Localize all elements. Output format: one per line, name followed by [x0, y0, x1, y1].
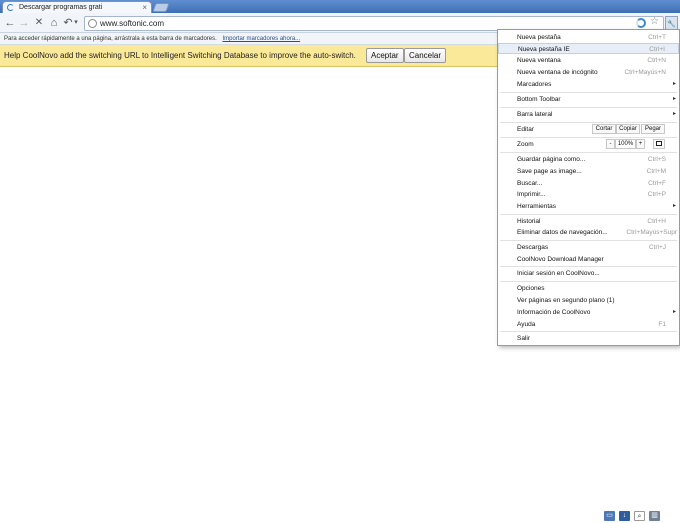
- zoom-in-button[interactable]: +: [636, 139, 645, 149]
- menu-item-new-tab-ie[interactable]: Nueva pestaña IE Ctrl+I: [498, 43, 679, 54]
- fullscreen-button[interactable]: [653, 139, 665, 149]
- address-url[interactable]: www.softonic.com: [100, 17, 164, 30]
- menu-item-options[interactable]: Opciones: [498, 283, 679, 294]
- cut-button[interactable]: Cortar: [592, 124, 616, 134]
- fullscreen-icon: [656, 141, 662, 146]
- menu-item-edit: Editar Cortar Copiar Pegar: [498, 124, 679, 135]
- forward-icon[interactable]: →: [18, 16, 30, 30]
- tab-softonic[interactable]: Descargar programas grati ×: [2, 1, 152, 13]
- submenu-arrow-icon: ▸: [672, 111, 676, 117]
- wrench-menu: Nueva pestaña Ctrl+T Nueva pestaña IE Ctrl…: [497, 29, 680, 346]
- stop-icon[interactable]: ✕: [33, 16, 45, 30]
- back-icon[interactable]: ←: [4, 16, 16, 30]
- import-bookmarks-link[interactable]: Importar marcadores ahora...: [222, 36, 300, 42]
- menu-item-new-window[interactable]: Nueva ventana Ctrl+N: [498, 55, 679, 66]
- menu-item-signin[interactable]: Iniciar sesión en CoolNovo...: [498, 268, 679, 279]
- menu-item-about[interactable]: Información de CoolNovo ▸: [498, 307, 679, 318]
- menu-item-clear-data[interactable]: Eliminar datos de navegación... Ctrl+Mayú…: [498, 227, 679, 238]
- menu-item-background-pages[interactable]: Ver páginas en segundo plano (1): [498, 295, 679, 306]
- wrench-icon: 🔧: [667, 21, 676, 28]
- menu-separator: [500, 152, 677, 153]
- home-icon[interactable]: ⌂: [48, 16, 60, 30]
- bookmarks-hint: Para acceder rápidamente a una página, a…: [4, 36, 217, 42]
- tab-strip: Descargar programas grati ×: [0, 0, 680, 13]
- tab-close-icon[interactable]: ×: [142, 2, 147, 13]
- menu-separator: [500, 92, 677, 93]
- zoom-out-button[interactable]: -: [606, 139, 615, 149]
- bookmark-star-icon[interactable]: ☆: [650, 16, 659, 27]
- menu-item-help[interactable]: Ayuda F1: [498, 319, 679, 330]
- menu-item-bottom-toolbar[interactable]: Bottom Toolbar ▸: [498, 94, 679, 105]
- paste-button[interactable]: Pegar: [641, 124, 665, 134]
- menu-item-save-image[interactable]: Save page as image... Ctrl+M: [498, 166, 679, 177]
- trash-icon[interactable]: ▥: [649, 511, 660, 521]
- menu-item-new-tab[interactable]: Nueva pestaña Ctrl+T: [498, 32, 679, 43]
- submenu-arrow-icon: ▸: [672, 309, 676, 315]
- menu-item-download-manager[interactable]: CoolNovo Download Manager: [498, 254, 679, 265]
- window-icon[interactable]: ▭: [604, 511, 615, 521]
- copy-button[interactable]: Copiar: [616, 124, 640, 134]
- wrench-menu-button[interactable]: 🔧: [665, 16, 678, 30]
- menu-separator: [500, 122, 677, 123]
- submenu-arrow-icon: ▸: [672, 96, 676, 102]
- loading-icon: [7, 4, 14, 11]
- submenu-arrow-icon: ▸: [672, 81, 676, 87]
- zoom-level: 100%: [615, 139, 636, 149]
- menu-item-downloads[interactable]: Descargas Ctrl+J: [498, 242, 679, 253]
- undo-dropdown-icon[interactable]: ▾: [72, 16, 80, 30]
- menu-separator: [500, 266, 677, 267]
- cancel-button[interactable]: Cancelar: [404, 48, 447, 63]
- menu-separator: [500, 137, 677, 138]
- menu-item-history[interactable]: Historial Ctrl+H: [498, 216, 679, 227]
- engine-switch-icon[interactable]: [636, 18, 646, 28]
- menu-separator: [500, 214, 677, 215]
- accept-button[interactable]: Aceptar: [366, 48, 404, 63]
- new-tab-button[interactable]: [152, 3, 170, 12]
- submenu-arrow-icon: ▸: [672, 203, 676, 209]
- menu-separator: [500, 331, 677, 332]
- menu-separator: [500, 281, 677, 282]
- menu-item-bookmarks[interactable]: Marcadores ▸: [498, 79, 679, 90]
- menu-item-tools[interactable]: Herramientas ▸: [498, 201, 679, 212]
- menu-separator: [500, 107, 677, 108]
- menu-item-find[interactable]: Buscar... Ctrl+F: [498, 178, 679, 189]
- menu-item-sidebar[interactable]: Barra lateral ▸: [498, 109, 679, 120]
- infobar-message: Help CoolNovo add the switching URL to I…: [4, 51, 356, 60]
- menu-item-print[interactable]: Imprimir... Ctrl+P: [498, 189, 679, 200]
- menu-separator: [500, 240, 677, 241]
- tab-title: Descargar programas grati: [19, 4, 103, 11]
- menu-item-save-page[interactable]: Guardar página como... Ctrl+S: [498, 154, 679, 165]
- menu-item-zoom: Zoom - 100% +: [498, 139, 679, 150]
- search-icon[interactable]: ⌕: [634, 511, 645, 521]
- page-icon: [88, 19, 97, 28]
- menu-item-incognito[interactable]: Nueva ventana de incógnito Ctrl+Mayús+N: [498, 67, 679, 78]
- menu-item-exit[interactable]: Salir: [498, 333, 679, 344]
- download-icon[interactable]: ↓: [619, 511, 630, 521]
- browser-window: Descargar programas grati × ← → ✕ ⌂ ↶ ▾ …: [0, 0, 680, 523]
